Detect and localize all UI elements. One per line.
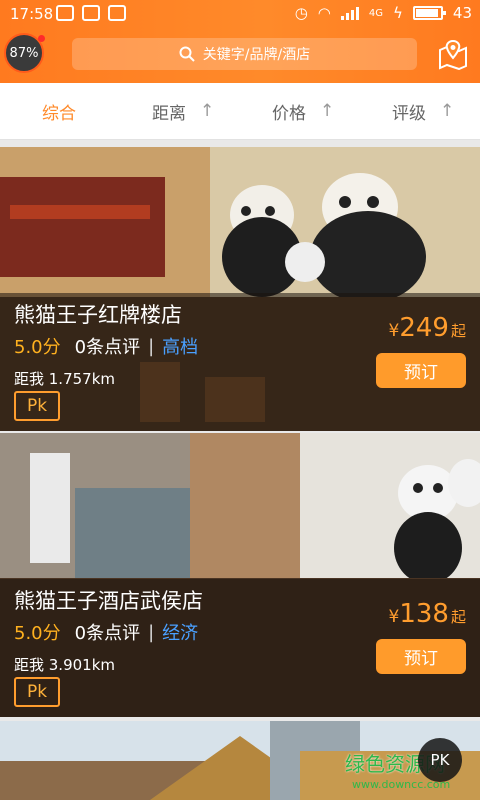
- hotel-score: 5.0分: [14, 337, 61, 358]
- battery-icon: [412, 6, 446, 20]
- pk-compare-button[interactable]: Pk: [14, 677, 60, 707]
- pk-compare-button[interactable]: Pk: [14, 391, 60, 421]
- search-placeholder: 关键字/品牌/酒店: [202, 47, 311, 63]
- tab-label: 评级: [392, 103, 426, 124]
- search-icon: [179, 46, 195, 62]
- hotel-name: 熊猫王子酒店武侯店: [14, 589, 203, 613]
- tab-distance[interactable]: 距离 ↑: [152, 83, 214, 139]
- network-type: 4G: [368, 7, 383, 19]
- battery-level: 43: [452, 4, 472, 22]
- notification-icons: [56, 5, 126, 21]
- tab-comprehensive[interactable]: 综合: [42, 83, 76, 139]
- floating-pk-button[interactable]: PK: [418, 738, 462, 782]
- tab-price[interactable]: 价格 ↑: [272, 83, 334, 139]
- map-location-icon[interactable]: [437, 38, 469, 70]
- hotel-name: 熊猫王子红牌楼店: [14, 303, 182, 327]
- review-count: 0条点评: [74, 337, 141, 358]
- hotel-score: 5.0分: [14, 623, 61, 644]
- charging-icon: ϟ: [393, 4, 403, 22]
- system-icons: ◷ ◠ 4G ϟ 43: [295, 4, 472, 22]
- notification-icon: [82, 5, 100, 21]
- sort-arrow-icon: ↑: [440, 101, 455, 121]
- hotel-grade: 经济: [162, 623, 199, 644]
- sort-arrow-icon: ↑: [320, 101, 335, 121]
- notification-icon: [108, 5, 126, 21]
- hotel-card[interactable]: 熊猫王子红牌楼店 5.0分 0条点评 | 高档 距我 1.757km Pk ¥ …: [0, 147, 480, 431]
- notification-icon: [56, 5, 74, 21]
- hotel-card[interactable]: 熊猫王子酒店武侯店 5.0分 0条点评 | 经济 距我 3.901km Pk ¥…: [0, 433, 480, 717]
- tab-label: 距离: [152, 103, 186, 124]
- book-button[interactable]: 预订: [376, 353, 466, 388]
- sort-arrow-icon: ↑: [200, 101, 215, 121]
- wifi-icon: ◠: [317, 4, 331, 22]
- currency: ¥: [388, 607, 400, 627]
- tab-rating[interactable]: 评级 ↑: [392, 83, 454, 139]
- review-count: 0条点评: [74, 623, 141, 644]
- price-suffix: 起: [450, 608, 466, 626]
- price-value: 249: [399, 313, 449, 343]
- hotel-price: ¥ 138 起: [389, 599, 466, 629]
- currency: ¥: [388, 321, 400, 341]
- price-value: 138: [399, 599, 449, 629]
- alarm-icon: ◷: [294, 4, 308, 22]
- price-suffix: 起: [450, 322, 466, 340]
- notification-dot: [38, 35, 45, 42]
- tab-label: 价格: [272, 103, 306, 124]
- hotel-price: ¥ 249 起: [389, 313, 466, 343]
- hotel-distance: 距我 3.901km: [14, 656, 116, 674]
- sort-tabs: 综合 距离 ↑ 价格 ↑ 评级 ↑: [0, 83, 480, 140]
- hotel-meta: 5.0分 0条点评 | 经济: [14, 619, 198, 645]
- search-bar[interactable]: 关键字/品牌/酒店: [72, 38, 417, 70]
- hotel-meta: 5.0分 0条点评 | 高档: [14, 333, 198, 359]
- status-bar: 17:58 ◷ ◠ 4G ϟ 43: [0, 0, 480, 28]
- status-time: 17:58: [10, 5, 54, 23]
- meta-divider: |: [148, 621, 155, 643]
- book-button[interactable]: 预订: [376, 639, 466, 674]
- header-bar: 17:58 ◷ ◠ 4G ϟ 43 87% 关键字/品牌/酒店: [0, 0, 480, 83]
- hotel-grade: 高档: [162, 337, 199, 358]
- tab-label: 综合: [42, 103, 76, 124]
- hotel-distance: 距我 1.757km: [14, 370, 116, 388]
- signal-icon: [340, 6, 359, 20]
- meta-divider: |: [148, 335, 155, 357]
